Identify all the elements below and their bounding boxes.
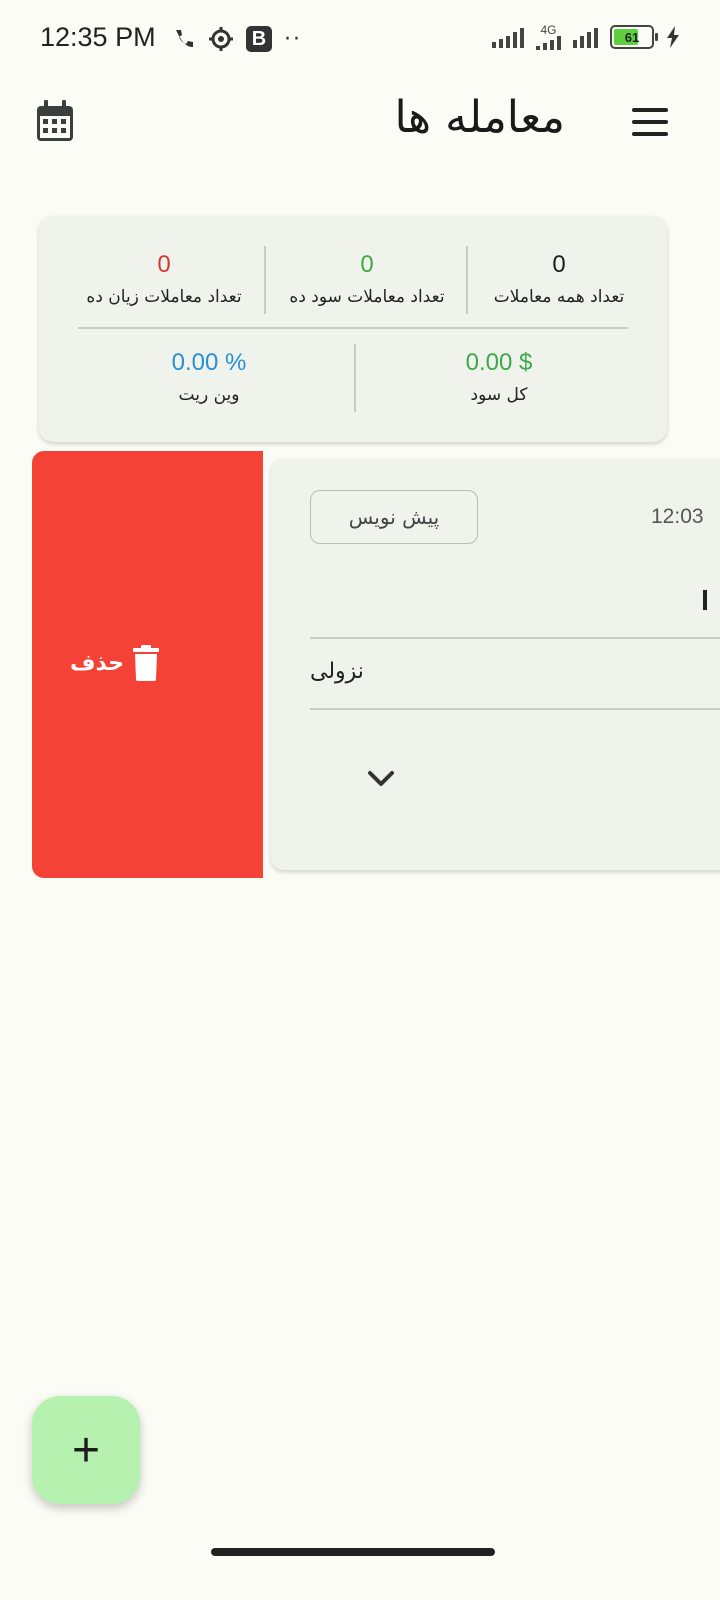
plus-icon: + (71, 1423, 101, 1477)
battery-icon: 61 (610, 25, 658, 49)
menu-line (632, 108, 668, 112)
stat-loss-trades: 0 تعداد معاملات زیان ده (69, 250, 259, 310)
loss-trades-label: تعداد معاملات زیان ده (86, 287, 242, 307)
status-time: 12:35 PM (40, 22, 156, 52)
delete-action[interactable]: حذف (70, 645, 160, 681)
status-chip-draft[interactable]: پیش نویس (310, 490, 478, 544)
settings-gear-icon (209, 27, 233, 51)
delete-label: حذف (70, 650, 125, 676)
all-trades-label: تعداد همه معاملات (493, 287, 625, 307)
trade-card[interactable]: پیش نویس 12:03 نزولی (271, 459, 720, 870)
status-icons-left: B ·· (172, 26, 302, 52)
more-notifications-icon: ·· (284, 26, 302, 52)
page-title: معامله ها (394, 92, 565, 143)
charging-icon (667, 26, 679, 48)
profit-trades-label: تعداد معاملات سود ده (289, 287, 445, 307)
menu-line (632, 132, 668, 136)
home-indicator[interactable] (211, 1548, 495, 1556)
stat-all-trades: 0 تعداد همه معاملات (479, 250, 639, 310)
menu-button[interactable] (632, 108, 668, 136)
calendar-icon (37, 100, 73, 141)
trash-icon (133, 645, 160, 681)
b-app-icon: B (246, 26, 272, 52)
divider (354, 344, 356, 412)
stat-profit-trades: 0 تعداد معاملات سود ده (277, 250, 457, 310)
win-rate-value: 0.00 % (171, 349, 247, 376)
signal-4g-group: 4G (536, 24, 561, 50)
calendar-button[interactable] (36, 100, 74, 142)
divider (466, 246, 468, 314)
menu-line (632, 120, 668, 124)
truncated-text-edge (703, 590, 707, 610)
chevron-down-icon[interactable] (367, 769, 395, 789)
stat-total-profit: 0.00 $ کل سود (419, 348, 579, 408)
add-trade-button[interactable]: + (32, 1396, 140, 1504)
profit-trades-value: 0 (360, 251, 374, 278)
summary-divider (78, 327, 628, 329)
all-trades-value: 0 (552, 251, 566, 278)
network-type: 4G (540, 23, 557, 37)
signal-icon-3 (573, 26, 598, 48)
trade-direction: نزولی (310, 659, 364, 684)
loss-trades-value: 0 (157, 251, 171, 278)
status-icons-right: 4G 61 (492, 24, 680, 50)
stat-win-rate: 0.00 % وین ریت (129, 348, 289, 408)
call-icon (176, 30, 193, 48)
trade-time: 12:03 (651, 505, 704, 528)
win-rate-label: وین ریت (178, 385, 240, 405)
total-profit-value: 0.00 $ (465, 349, 533, 376)
total-profit-label: کل سود (470, 385, 528, 405)
card-divider (310, 637, 720, 639)
card-divider (310, 708, 720, 710)
battery-level: 61 (624, 29, 640, 45)
signal-icon (492, 26, 524, 48)
summary-card: 0 تعداد همه معاملات 0 تعداد معاملات سود … (39, 216, 667, 442)
signal-icon-2 (536, 36, 561, 50)
divider (264, 246, 266, 314)
